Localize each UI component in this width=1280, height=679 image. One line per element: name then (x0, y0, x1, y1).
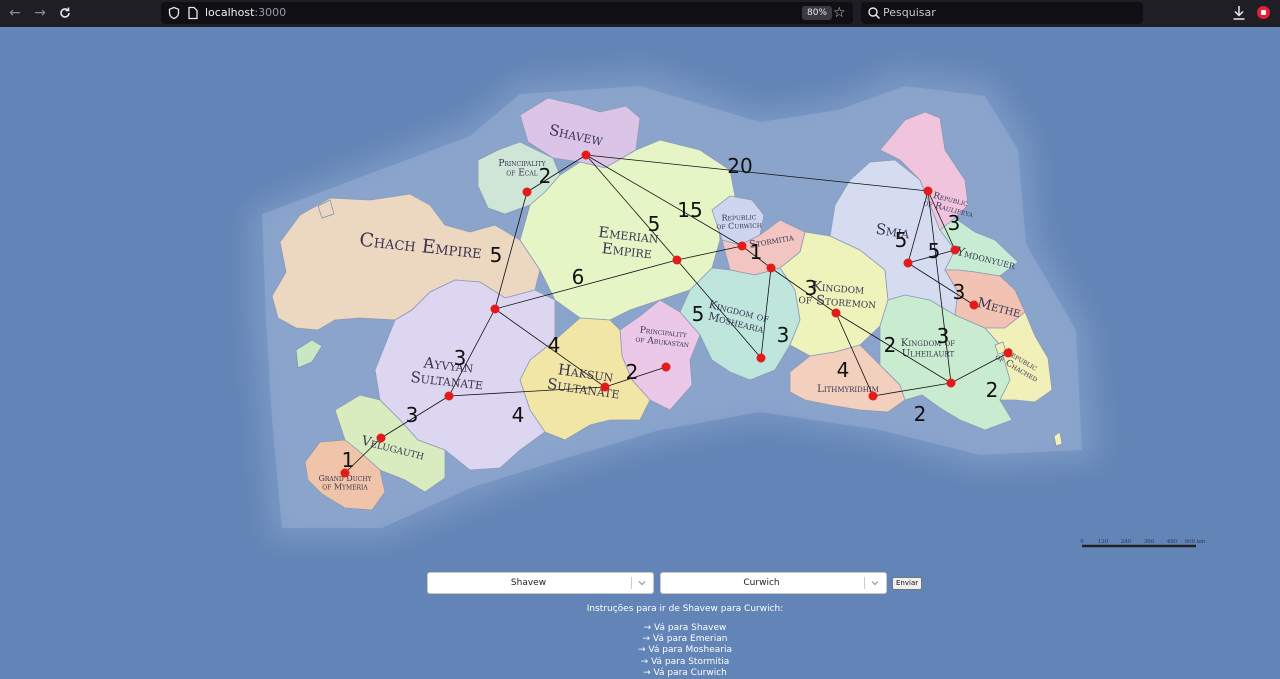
select-separator (631, 577, 632, 589)
route-node[interactable] (581, 150, 591, 160)
edge-weight-label: 3 (953, 280, 966, 304)
scale-tick-label: 600 km (1185, 539, 1207, 545)
edge-weight-label: 5 (895, 228, 908, 252)
search-placeholder: Pesquisar (883, 6, 936, 19)
edge-weight-label: 4 (548, 333, 561, 357)
origin-select-value: Shavew (510, 578, 547, 588)
route-node[interactable] (831, 308, 841, 318)
destination-select-value: Curwich (743, 578, 780, 588)
route-node[interactable] (969, 300, 979, 310)
edge-weight-label: 3 (937, 324, 950, 348)
edge-weight-label: 2 (626, 360, 639, 384)
map-area: Shavew Principality of Ecal EmerianEmpire Ch… (0, 27, 1280, 570)
edge-weight-label: 2 (539, 164, 552, 188)
edge-weight-label: 3 (406, 403, 419, 427)
fantasy-map[interactable]: ShavewPrincipality of EcalEmerianEmpireCh… (0, 27, 1280, 570)
origin-select[interactable]: Shavew (427, 572, 654, 594)
edge-weight-label: 1 (342, 448, 355, 472)
edge-weight-label: 1 (750, 240, 763, 264)
edge-weight-label: 3 (948, 211, 961, 235)
url-port: :3000 (254, 6, 287, 19)
destination-select[interactable]: Curwich (660, 572, 887, 594)
edge-weight-label: 6 (572, 265, 585, 289)
route-node[interactable] (946, 378, 956, 388)
edge-weight-label: 5 (490, 243, 503, 267)
edge-weight-label: 3 (805, 276, 818, 300)
scale-tick-label: 360 (1144, 539, 1155, 545)
route-node[interactable] (950, 245, 960, 255)
browser-toolbar: ← → localhost:3000 80% ☆ Pesquisar (0, 0, 1280, 27)
reload-icon[interactable] (55, 4, 75, 22)
route-node[interactable] (903, 258, 913, 268)
page-icon (188, 6, 198, 20)
extension-icon[interactable] (1257, 6, 1270, 19)
route-node[interactable] (766, 263, 776, 273)
chevron-down-icon[interactable] (870, 577, 880, 589)
route-node[interactable] (672, 255, 682, 265)
instructions-title: Instruções para ir de Shavew para Curwic… (586, 604, 784, 614)
region-label: Republicof Curwich (716, 212, 762, 231)
route-node[interactable] (1003, 348, 1013, 358)
route-node[interactable] (444, 391, 454, 401)
zoom-badge[interactable]: 80% (802, 6, 833, 20)
edge-weight-label: 4 (512, 403, 525, 427)
edge-weight-label: 4 (837, 358, 850, 382)
instruction-step: → Vá para Curwich (643, 667, 727, 678)
route-node[interactable] (756, 353, 766, 363)
edge-weight-label: 5 (648, 212, 661, 236)
url-host: localhost (205, 6, 255, 19)
search-icon (868, 7, 881, 20)
scale-bar: 0 120 240 360 480 600 km (1080, 539, 1207, 548)
route-node[interactable] (522, 187, 532, 197)
instructions-list: → Vá para Shavew → Vá para Emerian → Vá … (540, 623, 830, 679)
instruction-step: → Vá para Emerian (642, 634, 728, 645)
route-node[interactable] (376, 433, 386, 443)
url-text[interactable]: localhost:3000 (205, 5, 286, 21)
edge-weight-label: 2 (884, 333, 897, 357)
download-icon[interactable] (1231, 4, 1247, 22)
edge-weight-label: 3 (777, 323, 790, 347)
bookmark-star-icon[interactable]: ☆ (833, 4, 846, 22)
chevron-down-icon[interactable] (637, 577, 647, 589)
edge-weight-label: 5 (928, 239, 941, 263)
route-node[interactable] (600, 382, 610, 392)
edge-weight-label: 2 (986, 378, 999, 402)
instruction-step: → Vá para Stormitia (640, 656, 730, 667)
edge-weight-label: 5 (692, 302, 705, 326)
instruction-step: → Vá para Shavew (643, 623, 727, 633)
search-bar[interactable]: Pesquisar (861, 2, 1143, 24)
scale-tick-label: 480 (1167, 539, 1178, 545)
instruction-step: → Vá para Moshearia (638, 645, 732, 656)
edge-weight-label: 2 (914, 402, 927, 426)
route-node[interactable] (923, 186, 933, 196)
site-info-icon[interactable] (167, 6, 181, 20)
edge-weight-label: 15 (677, 198, 702, 222)
route-node[interactable] (490, 304, 500, 314)
route-node[interactable] (661, 362, 671, 372)
scale-tick-label: 0 (1080, 539, 1084, 545)
address-bar[interactable]: localhost:3000 80% ☆ (161, 2, 853, 24)
forward-icon[interactable]: → (30, 4, 50, 22)
edge-weight-label: 20 (727, 154, 752, 178)
route-node[interactable] (737, 241, 747, 251)
edge-weight-label: 3 (454, 346, 467, 370)
route-node[interactable] (868, 391, 878, 401)
submit-button[interactable]: Enviar (892, 577, 923, 590)
scale-tick-label: 240 (1121, 539, 1132, 545)
scale-tick-label: 120 (1098, 539, 1109, 545)
select-separator (864, 577, 865, 589)
route-node[interactable] (340, 468, 350, 478)
back-icon[interactable]: ← (5, 4, 25, 22)
